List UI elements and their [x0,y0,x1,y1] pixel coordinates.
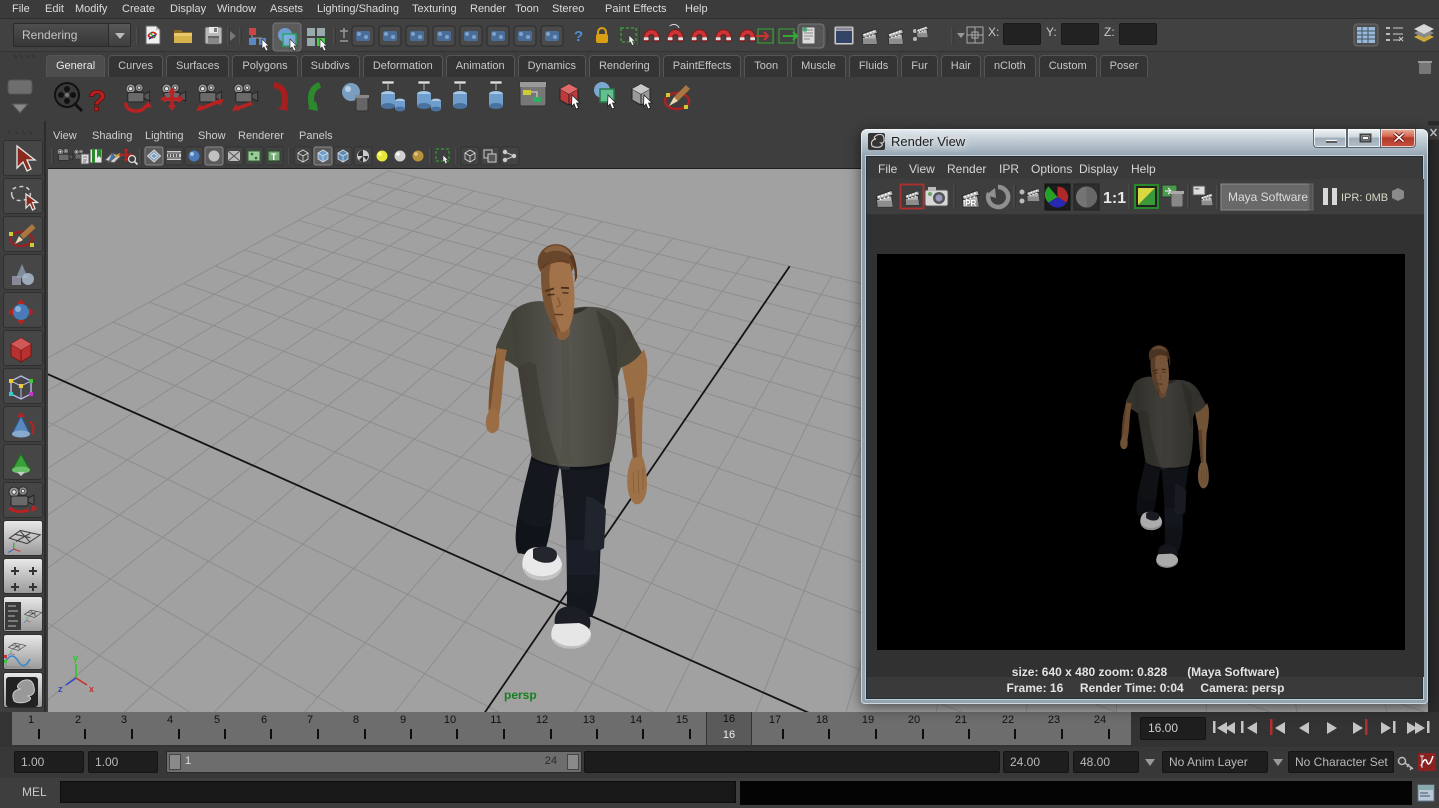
svg-text:z: z [58,684,63,694]
svg-text:"": "" [1195,188,1200,195]
svg-text:x: x [89,684,94,694]
svg-text:?: ? [574,28,583,45]
svg-text:1:1: 1:1 [1103,190,1126,207]
svg-text:IPR: 0MB: IPR: 0MB [1341,192,1388,204]
svg-text:Maya Software: Maya Software [1228,190,1308,204]
svg-text:IPR: IPR [963,199,977,208]
svg-text:y: y [73,653,78,663]
svg-text:?: ? [88,85,106,118]
svg-text:persp: persp [504,688,537,702]
svg-text:T: T [271,152,277,162]
